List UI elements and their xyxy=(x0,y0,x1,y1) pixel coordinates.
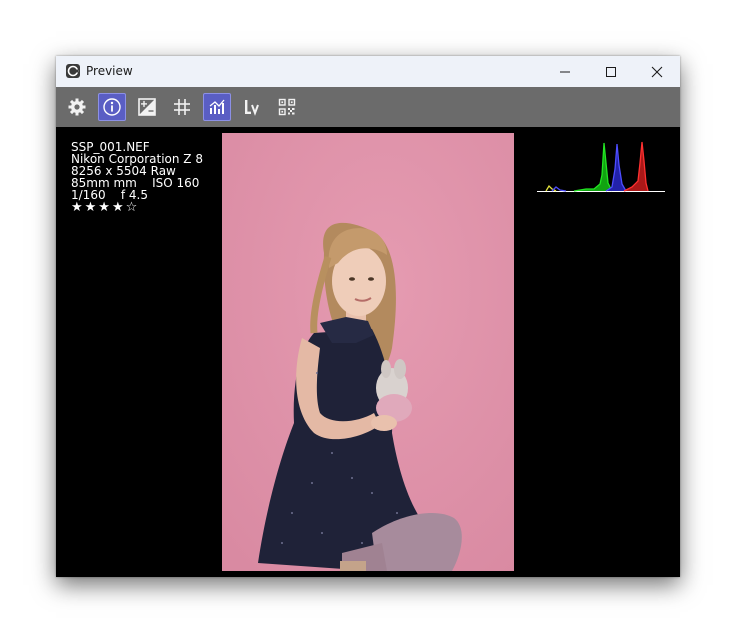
app-logo-icon xyxy=(66,64,80,78)
exif-info-overlay: SSP_001.NEF Nikon Corporation Z 8 8256 x… xyxy=(71,141,203,214)
star-rating: ★★★★☆ xyxy=(71,200,140,215)
info-toggle-button[interactable] xyxy=(98,93,126,121)
close-icon xyxy=(651,66,663,77)
grid-icon xyxy=(174,99,190,115)
portrait-photo-image xyxy=(222,133,514,571)
gear-icon xyxy=(68,98,86,116)
minimize-icon xyxy=(560,71,570,72)
exposure-icon xyxy=(138,98,156,116)
histogram-icon xyxy=(209,99,225,114)
close-button[interactable] xyxy=(634,56,680,87)
rgb-histogram xyxy=(537,141,665,192)
preview-canvas[interactable]: SSP_001.NEF Nikon Corporation Z 8 8256 x… xyxy=(56,127,680,577)
title-bar[interactable]: Preview xyxy=(56,56,680,87)
histogram-toggle-button[interactable] xyxy=(203,93,231,121)
settings-button[interactable] xyxy=(63,93,91,121)
toolbar xyxy=(56,87,680,127)
lv-icon xyxy=(245,100,259,116)
preview-photo xyxy=(222,133,514,571)
info-icon xyxy=(103,98,121,116)
qr-code-icon xyxy=(278,98,296,116)
maximize-icon xyxy=(606,66,616,77)
maximize-button[interactable] xyxy=(588,56,634,87)
window-title: Preview xyxy=(86,64,133,78)
minimize-button[interactable] xyxy=(542,56,588,87)
exposure-button[interactable] xyxy=(133,93,161,121)
preview-window: Preview SSP_001.NEF Nikon Corporation Z … xyxy=(56,56,680,577)
live-view-button[interactable] xyxy=(238,93,266,121)
grid-overlay-button[interactable] xyxy=(168,93,196,121)
qr-code-button[interactable] xyxy=(273,93,301,121)
